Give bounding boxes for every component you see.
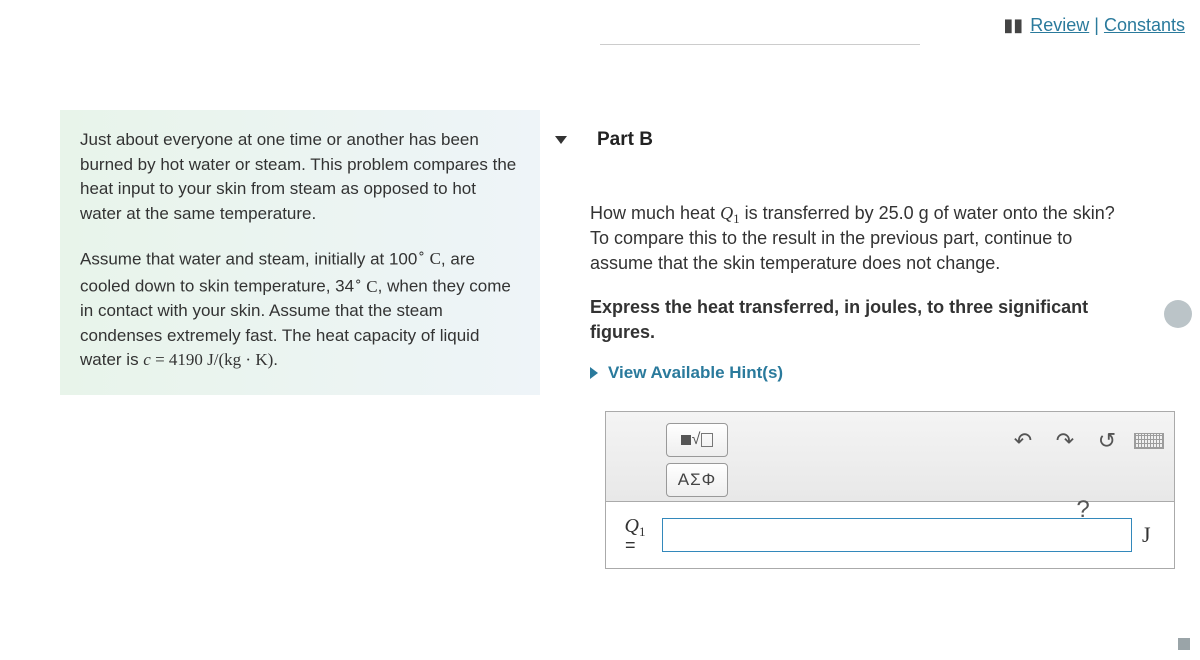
answer-instruction: Express the heat transferred, in joules,…	[590, 295, 1130, 345]
redo-button[interactable]: ↷	[1050, 426, 1080, 456]
chevron-right-icon	[590, 367, 598, 379]
redo-icon: ↷	[1056, 428, 1074, 454]
box-icon	[681, 435, 691, 445]
hints-label: View Available Hint(s)	[608, 363, 783, 383]
keyboard-button[interactable]	[1134, 426, 1164, 456]
undo-button[interactable]: ↶	[1008, 426, 1038, 456]
chevron-down-icon	[555, 136, 567, 144]
placeholder-icon	[701, 433, 713, 447]
answer-input[interactable]	[662, 518, 1132, 552]
answer-variable: Q1	[618, 516, 652, 536]
problem-statement: Just about everyone at one time or anoth…	[60, 110, 540, 395]
reset-icon: ↺	[1098, 428, 1116, 454]
top-links: ▮▮ Review | Constants	[565, 15, 1200, 36]
greek-symbols-button[interactable]: ΑΣΦ	[666, 463, 728, 497]
review-link[interactable]: Review	[1030, 15, 1089, 35]
templates-button[interactable]: √	[666, 423, 728, 457]
resize-handle-icon[interactable]	[1178, 638, 1190, 650]
part-title: Part B	[597, 129, 653, 151]
divider	[600, 44, 920, 45]
question-text: How much heat Q1 is transferred by 25.0 …	[590, 201, 1130, 277]
view-hints-toggle[interactable]: View Available Hint(s)	[590, 363, 1200, 383]
reset-button[interactable]: ↺	[1092, 426, 1122, 456]
sqrt-icon: √	[692, 431, 701, 449]
undo-icon: ↶	[1014, 428, 1032, 454]
part-header[interactable]: Part B	[555, 129, 1200, 151]
constants-link[interactable]: Constants	[1104, 15, 1185, 35]
scroll-indicator-icon	[1164, 300, 1192, 328]
progress-icon: ▮▮	[1003, 15, 1023, 35]
equation-toolbar: √ ΑΣΦ ↶ ↷ ↺ ?	[606, 412, 1174, 502]
keyboard-icon	[1134, 433, 1164, 449]
answer-panel: √ ΑΣΦ ↶ ↷ ↺ ?	[605, 411, 1175, 569]
answer-unit: J	[1142, 522, 1162, 548]
problem-paragraph-2: Assume that water and steam, initially a…	[80, 245, 520, 374]
problem-paragraph-1: Just about everyone at one time or anoth…	[80, 128, 520, 227]
